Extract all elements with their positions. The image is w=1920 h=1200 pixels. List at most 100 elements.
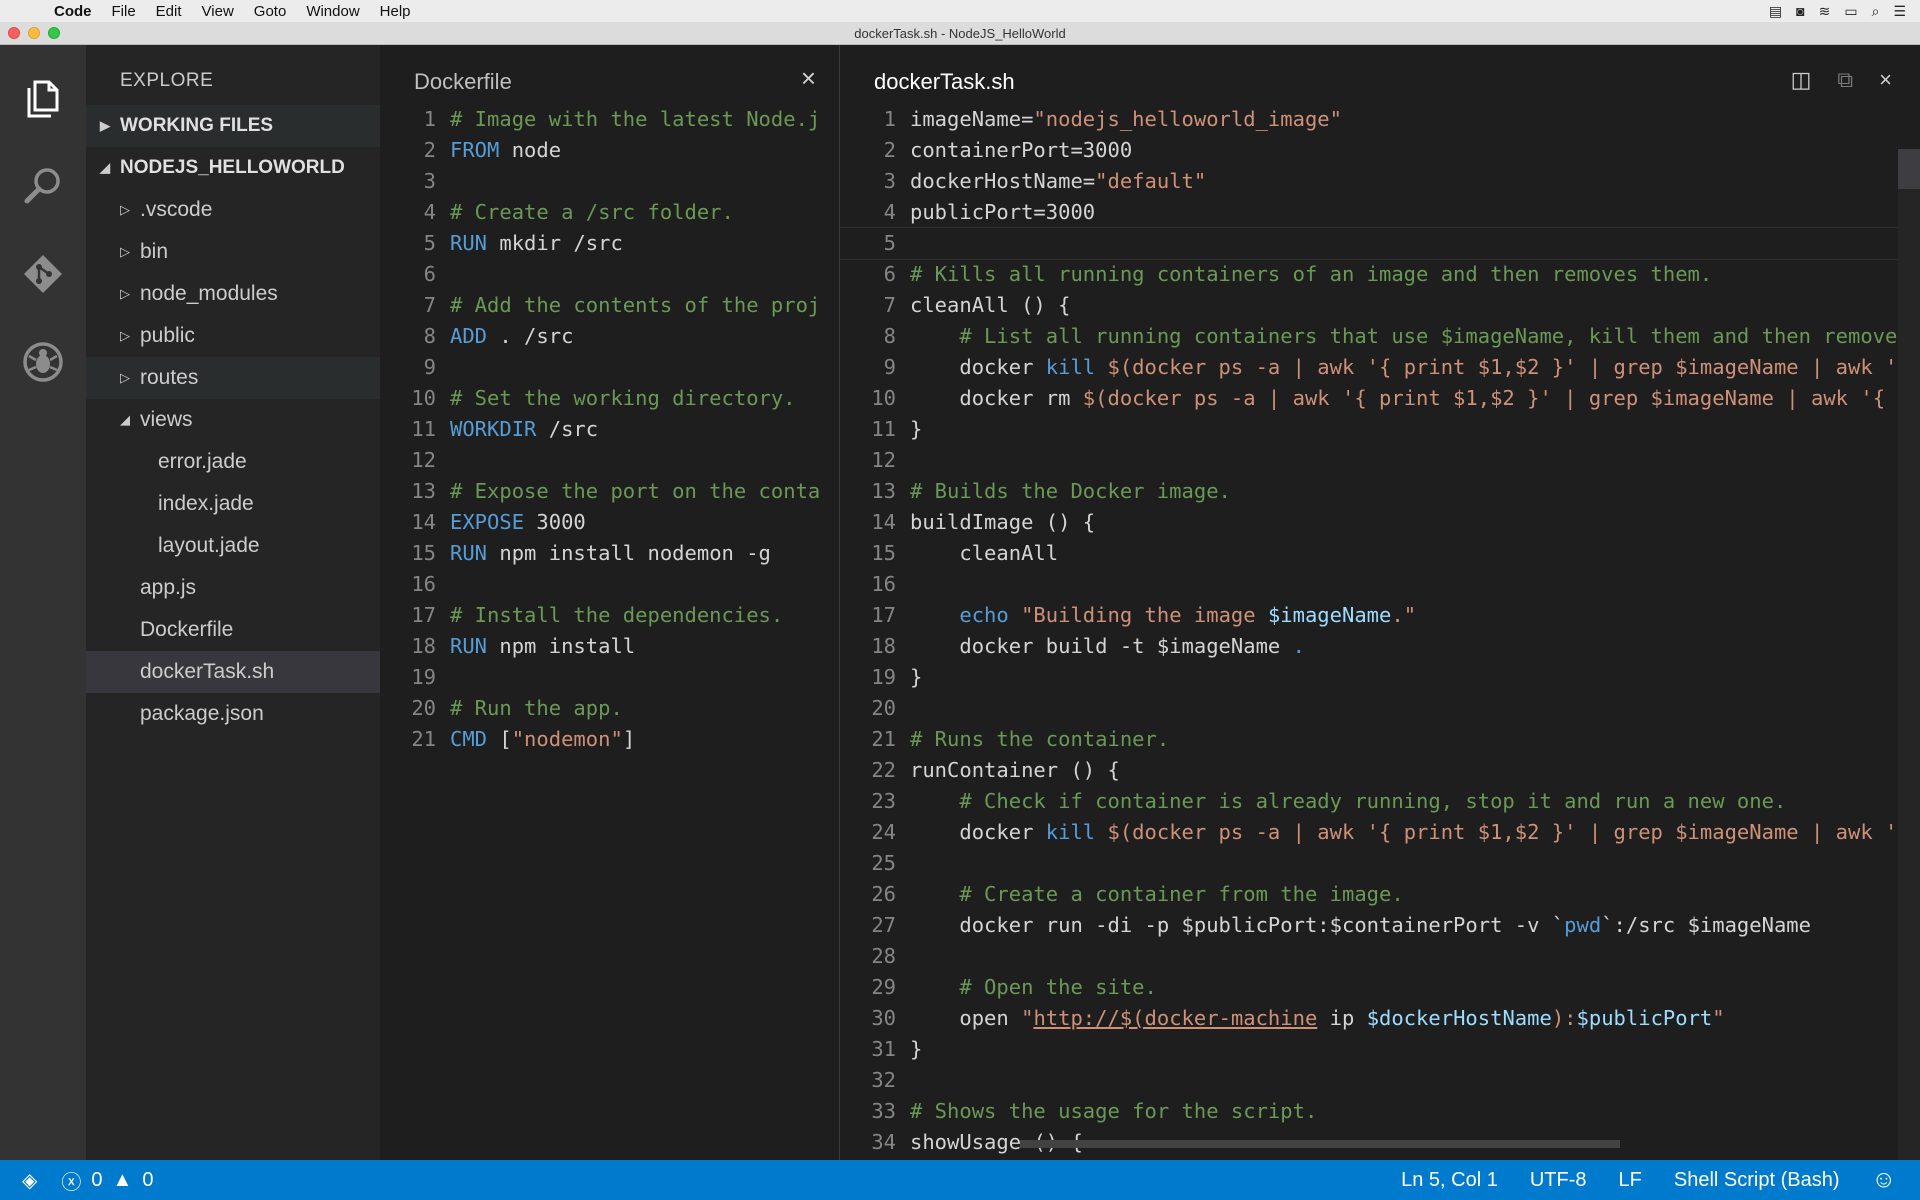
code-line[interactable]: 20: [840, 693, 1920, 724]
feedback-smiley-icon[interactable]: ☺: [1871, 1166, 1896, 1194]
tree-file[interactable]: error.jade: [86, 441, 380, 483]
code-line[interactable]: 14 buildImage () {: [840, 507, 1920, 538]
code-line[interactable]: 28: [840, 941, 1920, 972]
menu-app[interactable]: Code: [54, 3, 92, 20]
tree-file[interactable]: index.jade: [86, 483, 380, 525]
window-close-button[interactable]: [8, 27, 20, 39]
window-minimize-button[interactable]: [28, 27, 40, 39]
git-branch-icon[interactable]: ◈: [22, 1168, 37, 1193]
code-line[interactable]: 12: [380, 445, 838, 476]
menu-help[interactable]: Help: [380, 3, 411, 20]
tree-folder[interactable]: ▷ routes: [86, 357, 380, 399]
code-line[interactable]: 17 echo "Building the image $imageName.": [840, 600, 1920, 631]
code-line[interactable]: 5 RUN mkdir /src: [380, 228, 838, 259]
debug-icon[interactable]: [18, 337, 68, 387]
warning-count[interactable]: 0: [142, 1169, 153, 1192]
code-line[interactable]: 4 # Create a /src folder.: [380, 197, 838, 228]
search-icon[interactable]: [18, 161, 68, 211]
tree-file[interactable]: dockerTask.sh: [86, 651, 380, 693]
code-line[interactable]: 6 # Kills all running containers of an im…: [840, 259, 1920, 290]
tree-file[interactable]: app.js: [86, 567, 380, 609]
code-line[interactable]: 20 # Run the app.: [380, 693, 838, 724]
tree-file[interactable]: Dockerfile: [86, 609, 380, 651]
code-line[interactable]: 11 WORKDIR /src: [380, 414, 838, 445]
code-line[interactable]: 18 RUN npm install: [380, 631, 838, 662]
code-line[interactable]: 24 docker kill $(docker ps -a | awk '{ p…: [840, 817, 1920, 848]
code-line[interactable]: 13 # Builds the Docker image.: [840, 476, 1920, 507]
code-line[interactable]: 31}: [840, 1034, 1920, 1065]
code-line[interactable]: 1 # Image with the latest Node.j: [380, 104, 838, 135]
code-line[interactable]: 9: [380, 352, 838, 383]
menu-edit[interactable]: Edit: [156, 3, 182, 20]
code-line[interactable]: 30 open "http://$(docker-machine ip $doc…: [840, 1003, 1920, 1034]
code-line[interactable]: 29 # Open the site.: [840, 972, 1920, 1003]
battery-icon[interactable]: ▭: [1844, 3, 1857, 20]
split-editor-icon[interactable]: ◫: [1791, 67, 1812, 93]
working-files-section[interactable]: ▶ WORKING FILES: [86, 105, 380, 147]
code-line[interactable]: 4 publicPort=3000: [840, 197, 1920, 228]
horizontal-scrollbar[interactable]: [1020, 1140, 1620, 1148]
code-line[interactable]: 25: [840, 848, 1920, 879]
camera-icon[interactable]: ◙: [1796, 3, 1804, 19]
git-icon[interactable]: [18, 249, 68, 299]
error-icon[interactable]: ⓧ: [61, 1166, 81, 1195]
cursor-position[interactable]: Ln 5, Col 1: [1401, 1169, 1498, 1192]
code-line[interactable]: 7 cleanAll () {: [840, 290, 1920, 321]
code-line[interactable]: 9 docker kill $(docker ps -a | awk '{ pr…: [840, 352, 1920, 383]
film-icon[interactable]: ▤: [1769, 3, 1782, 20]
code-line[interactable]: 26 # Create a container from the image.: [840, 879, 1920, 910]
code-line[interactable]: 11}: [840, 414, 1920, 445]
list-icon[interactable]: ☰: [1893, 3, 1906, 20]
code-line[interactable]: 3 dockerHostName="default": [840, 166, 1920, 197]
code-line[interactable]: 3: [380, 166, 838, 197]
code-area-right[interactable]: 1 imageName="nodejs_helloworld_image" 2 con…: [840, 104, 1920, 1158]
vertical-scrollbar[interactable]: [1898, 149, 1920, 1160]
code-line[interactable]: 12: [840, 445, 1920, 476]
tree-folder[interactable]: ▷ node_modules: [86, 273, 380, 315]
menu-file[interactable]: File: [112, 3, 136, 20]
window-zoom-button[interactable]: [48, 27, 60, 39]
code-line[interactable]: 15 cleanAll: [840, 538, 1920, 569]
code-line[interactable]: 16: [840, 569, 1920, 600]
code-line[interactable]: 16: [380, 569, 838, 600]
warning-icon[interactable]: ▲: [113, 1169, 133, 1192]
code-line[interactable]: 14 EXPOSE 3000: [380, 507, 838, 538]
code-line[interactable]: 19: [380, 662, 838, 693]
code-line[interactable]: 32: [840, 1065, 1920, 1096]
close-icon[interactable]: ×: [1879, 67, 1892, 93]
code-line[interactable]: 15 RUN npm install nodemon -g: [380, 538, 838, 569]
code-line[interactable]: 27 docker run -di -p $publicPort:$contai…: [840, 910, 1920, 941]
code-line[interactable]: 17 # Install the dependencies.: [380, 600, 838, 631]
code-line[interactable]: 1 imageName="nodejs_helloworld_image": [840, 104, 1920, 135]
language-mode[interactable]: Shell Script (Bash): [1674, 1169, 1840, 1192]
tree-file[interactable]: package.json: [86, 693, 380, 735]
code-line[interactable]: 10 docker rm $(docker ps -a | awk '{ pri…: [840, 383, 1920, 414]
code-line[interactable]: 21 # Runs the container.: [840, 724, 1920, 755]
tree-file[interactable]: layout.jade: [86, 525, 380, 567]
wifi-icon[interactable]: ≋: [1819, 3, 1831, 20]
code-area-left[interactable]: 1 # Image with the latest Node.j 2 FROM nod…: [380, 104, 838, 755]
tree-folder[interactable]: ◢ views: [86, 399, 380, 441]
scrollbar-thumb[interactable]: [1898, 149, 1920, 189]
code-line[interactable]: 7 # Add the contents of the proj: [380, 290, 838, 321]
menu-window[interactable]: Window: [306, 3, 359, 20]
code-line[interactable]: 18 docker build -t $imageName .: [840, 631, 1920, 662]
editor-filename-left[interactable]: Dockerfile: [414, 69, 512, 95]
encoding[interactable]: UTF-8: [1530, 1169, 1587, 1192]
code-line[interactable]: 2 containerPort=3000: [840, 135, 1920, 166]
code-line[interactable]: 10 # Set the working directory.: [380, 383, 838, 414]
code-line[interactable]: 21 CMD ["nodemon"]: [380, 724, 838, 755]
code-line[interactable]: 19}: [840, 662, 1920, 693]
code-line[interactable]: 5: [840, 227, 1920, 260]
code-line[interactable]: 23 # Check if container is already runni…: [840, 786, 1920, 817]
open-changes-icon[interactable]: ⧉: [1837, 67, 1853, 93]
tree-folder[interactable]: ▷ bin: [86, 231, 380, 273]
code-line[interactable]: 2 FROM node: [380, 135, 838, 166]
tree-folder[interactable]: ▷ .vscode: [86, 189, 380, 231]
menu-goto[interactable]: Goto: [254, 3, 287, 20]
code-line[interactable]: 33 # Shows the usage for the script.: [840, 1096, 1920, 1127]
project-section[interactable]: ◢ NODEJS_HELLOWORLD: [86, 147, 380, 189]
line-ending[interactable]: LF: [1619, 1169, 1642, 1192]
code-line[interactable]: 22 runContainer () {: [840, 755, 1920, 786]
explorer-icon[interactable]: [18, 73, 68, 123]
